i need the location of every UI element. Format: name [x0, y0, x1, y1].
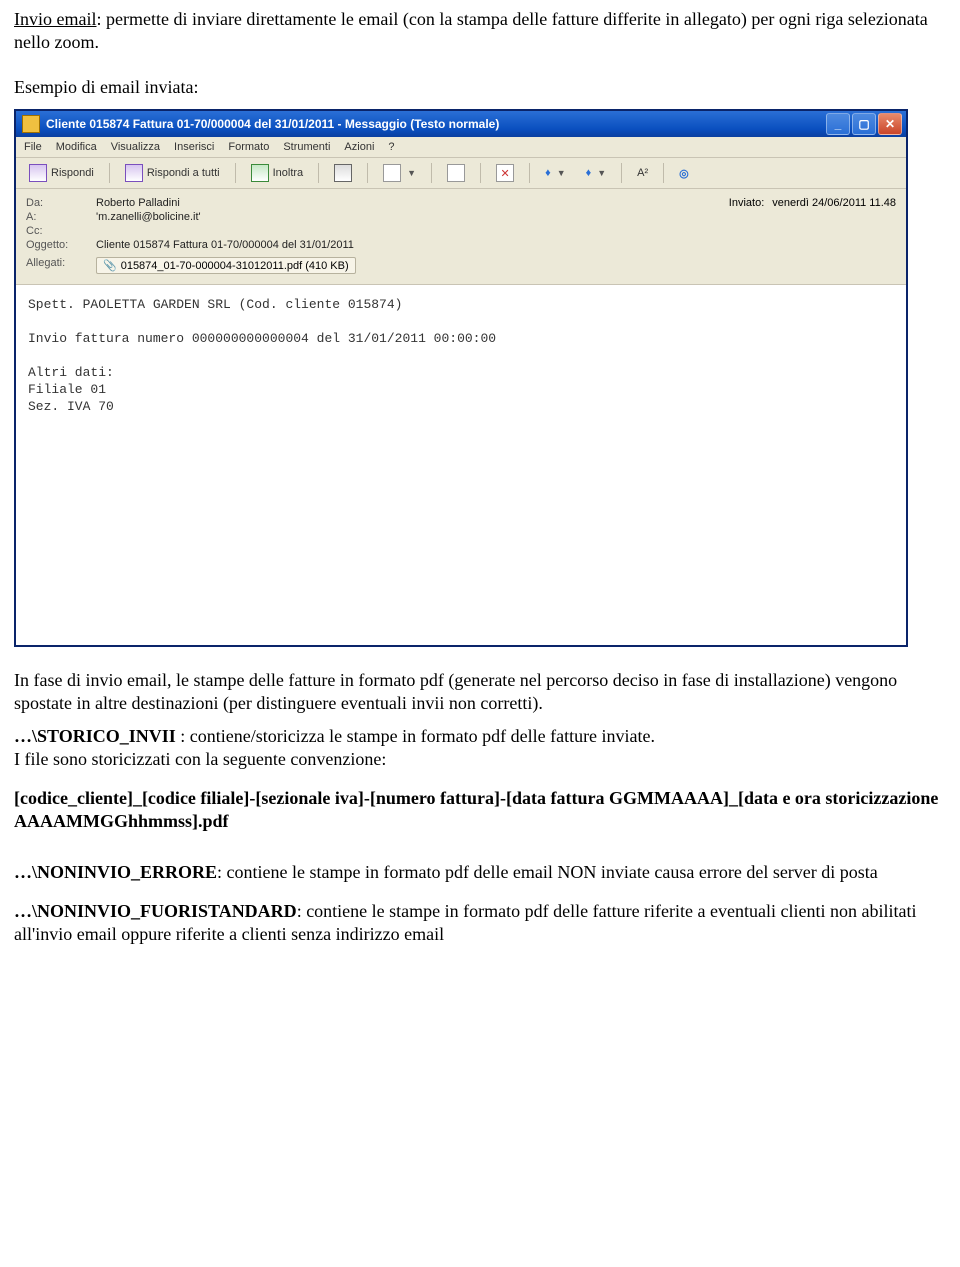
menu-inserisci[interactable]: Inserisci — [174, 141, 214, 153]
chevron-down-icon: ▼ — [557, 168, 566, 178]
storico-paragraph: …\STORICO_INVII : contiene/storicizza le… — [14, 725, 946, 771]
menu-help[interactable]: ? — [388, 141, 394, 153]
close-button[interactable]: ✕ — [878, 113, 902, 135]
intro-paragraph: Invio email: permette di inviare diretta… — [14, 8, 946, 54]
separator-icon — [480, 163, 481, 183]
filename-pattern: [codice_cliente]_[codice filiale]-[sezio… — [14, 787, 946, 833]
example-label: Esempio di email inviata: — [14, 76, 946, 99]
menu-modifica[interactable]: Modifica — [56, 141, 97, 153]
noninvio-fuoristandard-path: …\NONINVIO_FUORISTANDARD — [14, 901, 297, 921]
subject-value: Cliente 015874 Fattura 01-70/000004 del … — [96, 239, 896, 251]
body-line — [28, 348, 894, 363]
outlook-window: Cliente 015874 Fattura 01-70/000004 del … — [14, 109, 908, 647]
to-label: A: — [26, 211, 96, 223]
cc-label: Cc: — [26, 225, 96, 237]
separator-icon — [529, 163, 530, 183]
forward-button[interactable]: Inoltra — [244, 161, 311, 185]
from-value: Roberto Palladini — [96, 197, 729, 209]
sent-value: venerdì 24/06/2011 11.48 — [772, 197, 896, 209]
help-circle-icon: ◎ — [679, 167, 689, 180]
storico-rest: : contiene/storicizza le stampe in forma… — [176, 726, 655, 746]
to-value: 'm.zanelli@bolicine.it' — [96, 211, 896, 223]
help-button[interactable]: ◎ — [672, 164, 696, 183]
print-button[interactable] — [327, 161, 359, 185]
window-title: Cliente 015874 Fattura 01-70/000004 del … — [46, 117, 826, 131]
body-line: Altri dati: — [28, 365, 894, 380]
paperclip-icon — [103, 259, 117, 272]
separator-icon — [367, 163, 368, 183]
separator-icon — [318, 163, 319, 183]
noninvio-fuoristandard-paragraph: …\NONINVIO_FUORISTANDARD: contiene le st… — [14, 900, 946, 946]
body-line: Invio fattura numero 000000000000004 del… — [28, 331, 894, 346]
forward-label: Inoltra — [273, 167, 304, 179]
message-body[interactable]: Spett. PAOLETTA GARDEN SRL (Cod. cliente… — [16, 285, 906, 645]
toolbar: Rispondi Rispondi a tutti Inoltra ▼ ♦▼ ♦… — [16, 158, 906, 189]
folder-icon — [383, 164, 401, 182]
storico-path: …\STORICO_INVII — [14, 726, 176, 746]
chevron-down-icon: ▼ — [407, 168, 416, 178]
delete-icon — [496, 164, 514, 182]
window-titlebar: Cliente 015874 Fattura 01-70/000004 del … — [16, 111, 906, 137]
attachments-label: Allegati: — [26, 257, 96, 274]
after-window-paragraph: In fase di invio email, le stampe delle … — [14, 669, 946, 715]
noninvio-errore-rest: : contiene le stampe in formato pdf dell… — [217, 862, 878, 882]
noninvio-errore-path: …\NONINVIO_ERRORE — [14, 862, 217, 882]
menu-visualizza[interactable]: Visualizza — [111, 141, 160, 153]
move-button[interactable]: ▼ — [376, 161, 423, 185]
reply-all-label: Rispondi a tutti — [147, 167, 220, 179]
message-headers: Da: Roberto Palladini Inviato: venerdì 2… — [16, 189, 906, 285]
body-line: Sez. IVA 70 — [28, 399, 894, 414]
reply-icon — [29, 164, 47, 182]
sent-label: Inviato: — [729, 197, 764, 209]
body-line — [28, 314, 894, 329]
menu-azioni[interactable]: Azioni — [344, 141, 374, 153]
minimize-button[interactable]: _ — [826, 113, 850, 135]
rule-icon — [447, 164, 465, 182]
intro-rest: : permette di inviare direttamente le em… — [14, 9, 928, 52]
forward-icon — [251, 164, 269, 182]
reply-all-icon — [125, 164, 143, 182]
noninvio-errore-paragraph: …\NONINVIO_ERRORE: contiene le stampe in… — [14, 861, 946, 884]
separator-icon — [621, 163, 622, 183]
menu-formato[interactable]: Formato — [228, 141, 269, 153]
separator-icon — [235, 163, 236, 183]
from-label: Da: — [26, 197, 96, 209]
separator-icon — [431, 163, 432, 183]
attachment-item[interactable]: 015874_01-70-000004-31012011.pdf (410 KB… — [96, 257, 356, 274]
prev-button[interactable]: ♦▼ — [538, 164, 573, 182]
subject-label: Oggetto: — [26, 239, 96, 251]
font-size-button[interactable]: A² — [630, 164, 655, 182]
arrow-down-icon: ♦ — [586, 167, 592, 179]
menu-strumenti[interactable]: Strumenti — [283, 141, 330, 153]
next-button[interactable]: ♦▼ — [579, 164, 614, 182]
arrow-up-icon: ♦ — [545, 167, 551, 179]
font-size-label: A² — [637, 167, 648, 179]
intro-label: Invio email — [14, 9, 96, 29]
body-line: Filiale 01 — [28, 382, 894, 397]
separator-icon — [109, 163, 110, 183]
reply-button[interactable]: Rispondi — [22, 161, 101, 185]
print-icon — [334, 164, 352, 182]
app-icon — [22, 115, 40, 133]
cc-value — [96, 225, 896, 237]
reply-label: Rispondi — [51, 167, 94, 179]
body-line: Spett. PAOLETTA GARDEN SRL (Cod. cliente… — [28, 297, 894, 312]
rules-button[interactable] — [440, 161, 472, 185]
menu-file[interactable]: File — [24, 141, 42, 153]
attachment-name: 015874_01-70-000004-31012011.pdf (410 KB… — [121, 260, 349, 272]
menu-bar: File Modifica Visualizza Inserisci Forma… — [16, 137, 906, 158]
reply-all-button[interactable]: Rispondi a tutti — [118, 161, 227, 185]
separator-icon — [663, 163, 664, 183]
delete-button[interactable] — [489, 161, 521, 185]
window-buttons: _ ▢ ✕ — [826, 113, 902, 135]
storico-line2: I file sono storicizzati con la seguente… — [14, 749, 386, 769]
chevron-down-icon: ▼ — [597, 168, 606, 178]
maximize-button[interactable]: ▢ — [852, 113, 876, 135]
